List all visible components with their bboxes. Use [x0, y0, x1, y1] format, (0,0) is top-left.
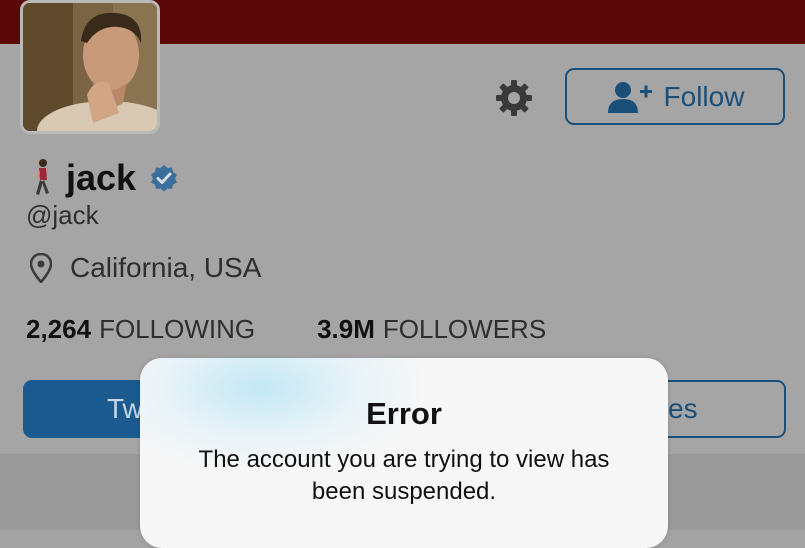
followers-count: 3.9M: [317, 314, 375, 344]
location-row: California, USA: [30, 252, 261, 284]
verified-badge-icon: [151, 165, 178, 192]
following-stat[interactable]: 2,264 FOLLOWING: [26, 314, 255, 345]
following-count: 2,264: [26, 314, 92, 344]
location-text: California, USA: [70, 252, 262, 283]
followers-label: FOLLOWERS: [382, 314, 547, 344]
profile-handle: @jack: [26, 200, 99, 230]
follow-button[interactable]: Follow: [565, 68, 785, 125]
person-walking-icon: [35, 159, 49, 195]
followers-stat[interactable]: 3.9M FOLLOWERS: [317, 314, 546, 345]
profile-stats: 2,264 FOLLOWING 3.9M FOLLOWERS: [26, 314, 546, 345]
location-pin-icon: [30, 253, 52, 283]
error-alert-dialog: Error The account you are trying to view…: [140, 358, 668, 548]
name-row: jack: [28, 156, 178, 200]
gear-icon[interactable]: [494, 78, 534, 118]
display-name: jack: [66, 157, 137, 198]
alert-message: The account you are trying to view has b…: [198, 446, 610, 505]
following-label: FOLLOWING: [99, 314, 256, 344]
alert-title: Error: [366, 396, 442, 431]
follow-button-label: Follow: [663, 80, 745, 112]
avatar[interactable]: [20, 0, 160, 134]
add-user-icon: [607, 81, 652, 113]
